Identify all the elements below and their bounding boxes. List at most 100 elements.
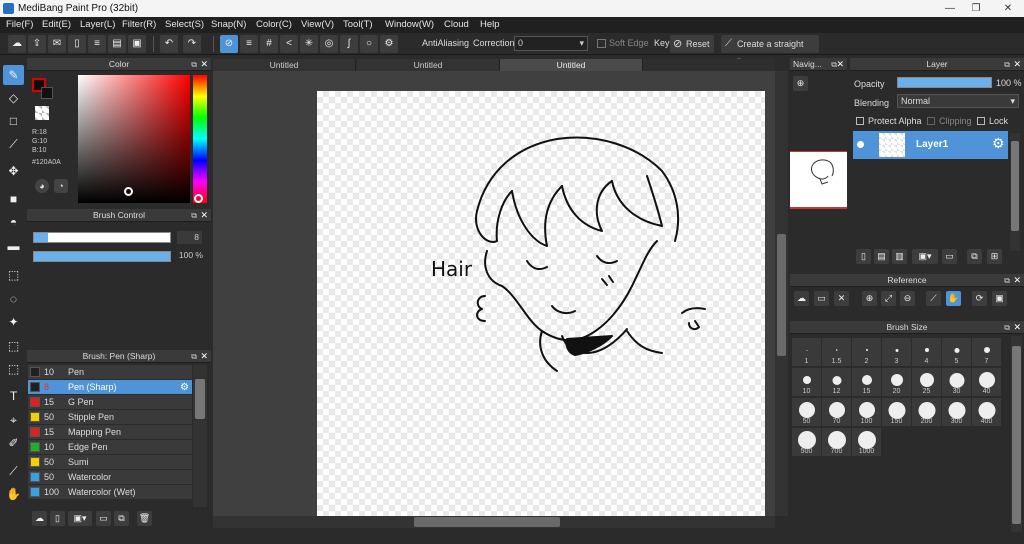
- brush-size-option[interactable]: 40: [972, 368, 1001, 396]
- snap-off-icon[interactable]: ⊘: [220, 35, 238, 53]
- lasso-tool-icon[interactable]: ◌: [3, 289, 24, 309]
- saturation-value-picker[interactable]: [78, 75, 190, 203]
- grid-snap-icon[interactable]: #: [260, 35, 278, 53]
- undo-icon[interactable]: ↶: [160, 35, 178, 53]
- reference-fit-icon[interactable]: ⤢: [881, 291, 896, 306]
- brush-item[interactable]: 50 Sumi: [28, 455, 192, 470]
- comment-icon[interactable]: ✉: [48, 35, 66, 53]
- reference-close-icon[interactable]: ✕: [834, 291, 849, 306]
- folder-icon[interactable]: ▭: [96, 511, 111, 526]
- close-window-button[interactable]: ✕: [992, 0, 1024, 17]
- navigator-preview[interactable]: [790, 151, 847, 209]
- brush-item[interactable]: 15 G Pen: [28, 395, 192, 410]
- brush-item[interactable]: 100 Watercolor (Wet): [28, 485, 192, 500]
- background-color-swatch[interactable]: [41, 87, 53, 99]
- layer-settings-icon[interactable]: ⚙: [992, 135, 1005, 152]
- layer-opacity-slider[interactable]: [897, 77, 992, 88]
- menu-filter[interactable]: Filter(R): [122, 17, 156, 33]
- text-tool-icon[interactable]: T: [3, 386, 24, 406]
- canvas-horizontal-scrollbar[interactable]: [213, 516, 775, 528]
- select-pen-icon[interactable]: ⟋: [3, 134, 24, 154]
- clipping-checkbox[interactable]: [927, 117, 935, 125]
- brush-size-option[interactable]: 1000: [852, 428, 881, 456]
- gradient-tool-icon[interactable]: ▬: [3, 236, 24, 256]
- minimize-button[interactable]: —: [938, 0, 962, 17]
- canvas-vertical-scrollbar[interactable]: [775, 71, 788, 516]
- brush-size-option[interactable]: 500: [792, 428, 821, 456]
- brush-size-value[interactable]: 8: [177, 231, 202, 244]
- create-straight-line-button[interactable]: ⟋Create a straight line: [721, 35, 819, 67]
- brush-size-option[interactable]: 400: [972, 398, 1001, 426]
- reference-settings-icon[interactable]: ▣: [992, 291, 1007, 306]
- reference-rotate-icon[interactable]: ⟳: [972, 291, 987, 306]
- brush-size-option[interactable]: 25: [912, 368, 941, 396]
- brush-size-option[interactable]: 10: [792, 368, 821, 396]
- duplicate-layer-icon[interactable]: ⧉: [967, 249, 982, 264]
- menu-help[interactable]: Help: [480, 17, 500, 33]
- document-icon[interactable]: ≡: [88, 35, 106, 53]
- brush-list-scrollbar[interactable]: [193, 365, 207, 507]
- brush-size-option[interactable]: 7: [972, 338, 1001, 366]
- dot-tool-icon[interactable]: □: [3, 111, 24, 131]
- parallel-snap-icon[interactable]: ≡: [240, 35, 258, 53]
- trash-icon[interactable]: 🗑: [137, 511, 152, 526]
- color-history-icon[interactable]: ◔: [54, 179, 68, 193]
- brush-size-option[interactable]: 150: [882, 398, 911, 426]
- curve-snap-icon[interactable]: ∫: [340, 35, 358, 53]
- shape-tool-icon[interactable]: ■: [3, 189, 24, 209]
- popout-icon[interactable]: ⧉: [1004, 58, 1010, 71]
- brush-item[interactable]: 10 Edge Pen: [28, 440, 192, 455]
- close-icon[interactable]: ✕: [1013, 58, 1021, 71]
- menu-file[interactable]: File(F): [6, 17, 33, 33]
- brush-size-option[interactable]: 4: [912, 338, 941, 366]
- brush-item[interactable]: 8 Pen (Sharp) ⚙: [28, 380, 192, 395]
- select-rect-icon[interactable]: ⬚: [3, 265, 24, 285]
- vanishing-point-icon[interactable]: <: [280, 35, 298, 53]
- share-icon[interactable]: ⇪: [28, 35, 46, 53]
- menu-view[interactable]: View(V): [301, 17, 334, 33]
- brush-settings-icon[interactable]: ⚙: [180, 380, 189, 395]
- circle-snap-icon[interactable]: ○: [360, 35, 378, 53]
- new-halftone-layer-icon[interactable]: ▥: [892, 249, 907, 264]
- new-layer-icon[interactable]: ▯: [856, 249, 871, 264]
- new-brush-icon[interactable]: ▯: [50, 511, 65, 526]
- layer-scrollbar[interactable]: [1010, 133, 1020, 251]
- operation-tool-icon[interactable]: ⌖: [3, 410, 24, 430]
- close-icon[interactable]: ✕: [1013, 321, 1021, 334]
- brush-menu-icon[interactable]: ▣▾: [68, 511, 92, 526]
- doc-tab-2[interactable]: Untitled: [357, 59, 500, 71]
- menu-select[interactable]: Select(S): [165, 17, 204, 33]
- popout-icon[interactable]: ⧉: [191, 58, 197, 71]
- merge-layer-icon[interactable]: ⊞: [987, 249, 1002, 264]
- divide-tool-icon[interactable]: ✐: [3, 433, 24, 453]
- blending-select[interactable]: Normal ▾: [897, 94, 1019, 108]
- eraser-tool-icon[interactable]: ◇: [3, 88, 24, 108]
- magic-wand-icon[interactable]: ✦: [3, 312, 24, 332]
- snap-settings-icon[interactable]: ⚙: [380, 35, 398, 53]
- redo-icon[interactable]: ↷: [183, 35, 201, 53]
- layer-row[interactable]: Layer1 ⚙: [853, 131, 1008, 159]
- new-color-layer-icon[interactable]: ▤: [874, 249, 889, 264]
- reference-zoom-out-icon[interactable]: ⊖: [900, 291, 915, 306]
- concentric-snap-icon[interactable]: ◎: [320, 35, 338, 53]
- protect-alpha-checkbox[interactable]: [856, 117, 864, 125]
- brush-size-option[interactable]: 1: [792, 338, 821, 366]
- close-icon[interactable]: ✕: [1013, 274, 1021, 287]
- select-pen-tool-icon[interactable]: ⬚: [3, 336, 24, 356]
- brush-size-option[interactable]: 2: [852, 338, 881, 366]
- close-icon[interactable]: ✕: [836, 58, 844, 71]
- brush-opacity-slider[interactable]: [33, 251, 171, 262]
- lock-checkbox[interactable]: [977, 117, 985, 125]
- brush-size-option[interactable]: 50: [792, 398, 821, 426]
- close-icon[interactable]: ✕: [200, 58, 208, 71]
- brush-size-option[interactable]: 200: [912, 398, 941, 426]
- radial-snap-icon[interactable]: ✳: [300, 35, 318, 53]
- duplicate-icon[interactable]: ⧉: [114, 511, 129, 526]
- layer-menu-icon[interactable]: ▣▾: [912, 249, 938, 264]
- brush-size-option[interactable]: 1.5: [822, 338, 851, 366]
- export-icon[interactable]: ▣: [128, 35, 146, 53]
- popout-icon[interactable]: ⧉: [1004, 321, 1010, 334]
- cloud-icon[interactable]: ☁: [8, 35, 26, 53]
- transparent-color-swatch[interactable]: [35, 106, 49, 120]
- eyedropper-icon[interactable]: ⟋: [3, 461, 24, 481]
